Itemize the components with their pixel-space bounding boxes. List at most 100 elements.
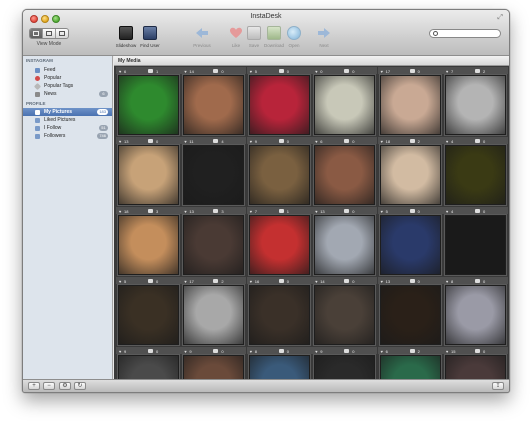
photo-tile[interactable]: ♥ 15 0 bbox=[443, 347, 508, 380]
photo-thumbnail[interactable] bbox=[379, 145, 441, 205]
like-count: 6 bbox=[385, 348, 388, 354]
photo-tile[interactable]: ♥ 6 1 bbox=[116, 67, 181, 137]
photo-thumbnail[interactable] bbox=[379, 215, 441, 275]
photo-tile[interactable]: ♥ 8 0 bbox=[246, 347, 312, 380]
share-button[interactable]: ⇪ bbox=[492, 382, 504, 390]
photo-thumbnail[interactable] bbox=[248, 285, 310, 345]
photo-tile[interactable]: ♥ 18 2 bbox=[377, 137, 443, 207]
photo-tile[interactable]: ♥ 5 0 bbox=[246, 67, 312, 137]
photo-thumbnail[interactable] bbox=[248, 355, 310, 380]
sidebar-item-i-follow[interactable]: I Follow 51 bbox=[23, 124, 112, 132]
photo-tile[interactable]: ♥ 5 0 bbox=[116, 277, 181, 347]
photo-thumbnail[interactable] bbox=[379, 285, 441, 345]
sidebar-item-feed[interactable]: Feed bbox=[23, 66, 112, 74]
photo-tile[interactable]: ♥ 14 0 bbox=[181, 67, 247, 137]
like-count: 11 bbox=[189, 138, 194, 144]
photo-tile[interactable]: ♥ 13 0 bbox=[116, 137, 181, 207]
sidebar-item-popular[interactable]: Popular bbox=[23, 74, 112, 82]
photo-tile[interactable]: ♥ 7 2 bbox=[443, 67, 508, 137]
search-field[interactable] bbox=[429, 29, 501, 38]
sidebar-item-my-pictures[interactable]: My Pictures 183 bbox=[23, 108, 112, 116]
photo-thumbnail[interactable] bbox=[118, 75, 179, 135]
photo-thumbnail[interactable] bbox=[445, 145, 506, 205]
photo-thumbnail[interactable] bbox=[314, 145, 376, 205]
find-user-icon bbox=[143, 26, 157, 40]
photo-tile[interactable]: ♥ 13 3 bbox=[181, 207, 247, 277]
photo-tile[interactable]: ♥ 13 0 bbox=[377, 277, 443, 347]
photo-tile[interactable]: ♥ 7 1 bbox=[246, 207, 312, 277]
slideshow-icon bbox=[119, 26, 133, 40]
photo-thumbnail[interactable] bbox=[445, 285, 506, 345]
photo-thumbnail[interactable] bbox=[183, 285, 245, 345]
photo-tile[interactable]: ♥ 4 0 bbox=[443, 207, 508, 277]
photo-thumbnail[interactable] bbox=[183, 215, 245, 275]
window-title: InstaDesk bbox=[250, 13, 282, 20]
sidebar-item-news[interactable]: News 6 bbox=[23, 90, 112, 98]
photo-tile[interactable]: ♥ 9 0 bbox=[116, 347, 181, 380]
photo-tile[interactable]: ♥ 9 0 bbox=[181, 347, 247, 380]
view-mode-list[interactable] bbox=[43, 29, 56, 38]
photo-thumbnail[interactable] bbox=[118, 285, 179, 345]
previous-button[interactable]: Previous bbox=[189, 26, 215, 54]
comment-icon bbox=[278, 349, 284, 353]
add-button[interactable]: + bbox=[28, 382, 40, 390]
photo-stats-bar: ♥ 13 0 bbox=[116, 137, 181, 144]
photo-thumbnail[interactable] bbox=[445, 75, 506, 135]
photo-thumbnail[interactable] bbox=[314, 285, 376, 345]
photo-tile[interactable]: ♥ 17 2 bbox=[181, 277, 247, 347]
heart-icon: ♥ bbox=[446, 68, 449, 74]
sidebar-item-popular-tags[interactable]: Popular Tags bbox=[23, 82, 112, 90]
photo-thumbnail[interactable] bbox=[248, 75, 310, 135]
photo-tile[interactable]: ♥ 9 0 bbox=[246, 137, 312, 207]
single-photo-icon bbox=[59, 31, 65, 36]
heart-icon: ♥ bbox=[380, 138, 383, 144]
comment-icon bbox=[409, 139, 415, 143]
photo-tile[interactable]: ♥ 11 4 bbox=[181, 137, 247, 207]
photo-tile[interactable]: ♥ 17 0 bbox=[377, 67, 443, 137]
photo-thumbnail[interactable] bbox=[314, 215, 376, 275]
photo-thumbnail[interactable] bbox=[183, 355, 245, 380]
fullscreen-icon[interactable]: ⤢ bbox=[497, 14, 503, 22]
photo-stats-bar: ♥ 15 0 bbox=[443, 347, 508, 354]
find-user-button[interactable]: Find User bbox=[137, 26, 163, 54]
photo-tile[interactable]: ♥ 4 0 bbox=[443, 137, 508, 207]
photo-tile[interactable]: ♥ 9 0 bbox=[312, 347, 378, 380]
slideshow-button[interactable]: Slideshow bbox=[113, 26, 139, 54]
photo-thumbnail[interactable] bbox=[118, 355, 179, 380]
photo-tile[interactable]: ♥ 13 0 bbox=[312, 207, 378, 277]
like-count: 13 bbox=[124, 138, 129, 144]
open-button[interactable]: Open bbox=[281, 26, 307, 54]
view-mode-grid[interactable] bbox=[30, 29, 43, 38]
photo-tile[interactable]: ♥ 6 2 bbox=[377, 347, 443, 380]
photo-thumbnail[interactable] bbox=[248, 145, 310, 205]
photo-thumbnail[interactable] bbox=[118, 215, 179, 275]
like-count: 9 bbox=[189, 348, 192, 354]
photo-tile[interactable]: ♥ 6 0 bbox=[312, 137, 378, 207]
photo-thumbnail[interactable] bbox=[379, 355, 441, 380]
photo-tile[interactable]: ♥ 0 0 bbox=[312, 67, 378, 137]
photo-tile[interactable]: ♥ 18 3 bbox=[116, 207, 181, 277]
remove-button[interactable]: − bbox=[43, 382, 55, 390]
photo-thumbnail[interactable] bbox=[183, 145, 245, 205]
photo-thumbnail[interactable] bbox=[379, 75, 441, 135]
photo-tile[interactable]: ♥ 5 0 bbox=[377, 207, 443, 277]
sidebar-item-liked-pictures[interactable]: Liked Pictures bbox=[23, 116, 112, 124]
sidebar-item-followers[interactable]: Followers 746 bbox=[23, 132, 112, 140]
comment-count: 0 bbox=[417, 68, 420, 74]
settings-button[interactable]: ⚙ bbox=[59, 382, 71, 390]
comment-icon bbox=[344, 279, 350, 283]
search-input[interactable] bbox=[441, 30, 497, 37]
photo-thumbnail[interactable] bbox=[183, 75, 245, 135]
photo-thumbnail[interactable] bbox=[445, 215, 506, 275]
photo-tile[interactable]: ♥ 14 0 bbox=[312, 277, 378, 347]
view-mode-single[interactable] bbox=[56, 29, 68, 38]
photo-thumbnail[interactable] bbox=[314, 355, 376, 380]
photo-tile[interactable]: ♥ 16 0 bbox=[246, 277, 312, 347]
photo-thumbnail[interactable] bbox=[445, 355, 506, 380]
photo-tile[interactable]: ♥ 8 0 bbox=[443, 277, 508, 347]
next-button[interactable]: Next bbox=[311, 26, 337, 54]
photo-thumbnail[interactable] bbox=[314, 75, 376, 135]
refresh-button[interactable]: ↻ bbox=[74, 382, 86, 390]
photo-thumbnail[interactable] bbox=[248, 215, 310, 275]
photo-thumbnail[interactable] bbox=[118, 145, 179, 205]
